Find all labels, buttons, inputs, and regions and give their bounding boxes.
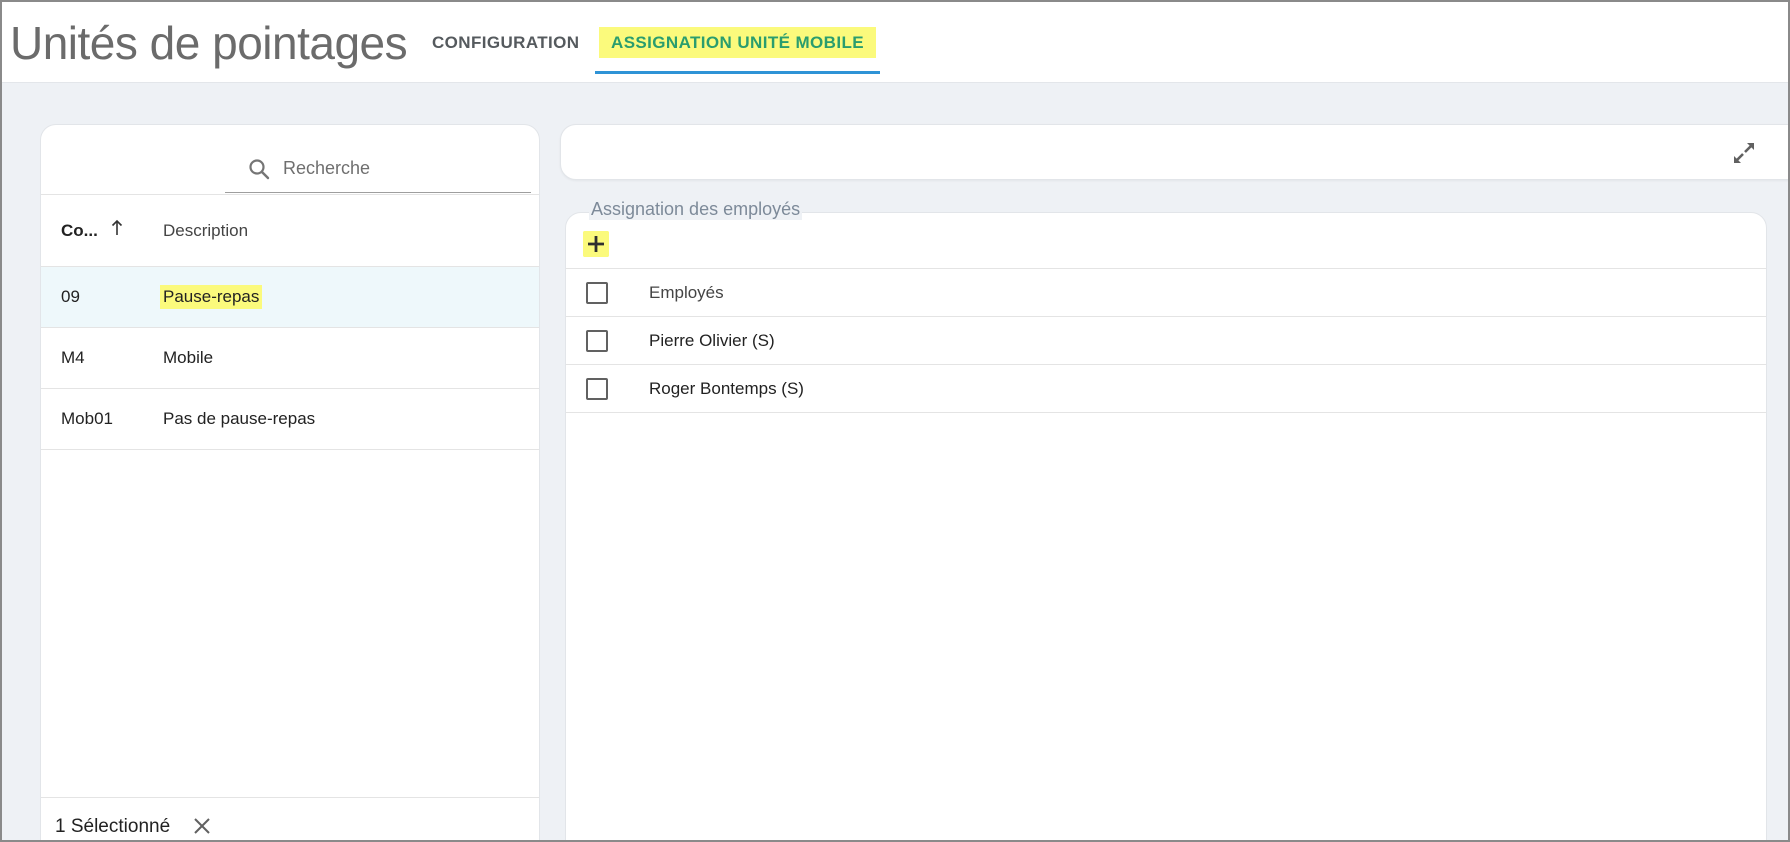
- detail-toolbar: [560, 124, 1788, 180]
- page-title: Unités de pointages: [10, 17, 408, 69]
- column-header-description[interactable]: Description: [163, 221, 248, 241]
- selection-footer: 1 Sélectionné: [41, 797, 539, 840]
- page-header: Unités de pointages CONFIGURATION ASSIGN…: [2, 2, 1788, 83]
- employee-table-header: Employés: [566, 268, 1766, 317]
- sort-ascending-icon[interactable]: [109, 217, 125, 239]
- tab-configuration-label: CONFIGURATION: [432, 33, 580, 52]
- tab-assignation-unite-mobile[interactable]: ASSIGNATION UNITÉ MOBILE: [595, 2, 880, 74]
- employee-assignment-panel: Employés Pierre Olivier (S) Roger Bontem…: [565, 212, 1767, 840]
- app-frame: Unités de pointages CONFIGURATION ASSIGN…: [0, 0, 1790, 842]
- active-tab-indicator: [595, 71, 880, 74]
- employee-row[interactable]: Pierre Olivier (S): [566, 317, 1766, 365]
- row-description: Mobile: [163, 348, 214, 367]
- table-row[interactable]: Mob01 Pas de pause-repas: [41, 389, 539, 450]
- tab-assignation-label: ASSIGNATION UNITÉ MOBILE: [599, 27, 876, 58]
- table-header: Co... Description: [41, 195, 539, 267]
- column-header-employees: Employés: [649, 283, 724, 302]
- row-code: 09: [61, 287, 80, 306]
- close-icon[interactable]: [191, 815, 213, 837]
- employee-name: Pierre Olivier (S): [649, 331, 775, 350]
- row-checkbox[interactable]: [586, 378, 608, 400]
- search-icon: [249, 159, 270, 180]
- row-description: Pause-repas: [160, 285, 263, 309]
- row-code: Mob01: [61, 409, 113, 428]
- assignment-legend: Assignation des employés: [589, 199, 803, 220]
- table-row[interactable]: M4 Mobile: [41, 328, 539, 389]
- search-field: [225, 143, 531, 193]
- employee-name: Roger Bontemps (S): [649, 379, 804, 398]
- tab-configuration[interactable]: CONFIGURATION: [432, 2, 580, 74]
- employee-row[interactable]: Roger Bontemps (S): [566, 365, 1766, 413]
- units-list-panel: Co... Description 09 Pause-repas M4 Mobi…: [40, 124, 540, 840]
- row-code: M4: [61, 348, 85, 367]
- expand-icon[interactable]: [1731, 140, 1757, 166]
- row-description: Pas de pause-repas: [163, 409, 316, 428]
- table-row[interactable]: 09 Pause-repas: [41, 267, 539, 328]
- plus-icon[interactable]: [583, 231, 609, 257]
- search-input[interactable]: [283, 151, 523, 185]
- select-all-checkbox[interactable]: [586, 282, 608, 304]
- selection-count: 1 Sélectionné: [55, 816, 171, 837]
- row-checkbox[interactable]: [586, 330, 608, 352]
- column-header-code[interactable]: Co...: [61, 221, 98, 241]
